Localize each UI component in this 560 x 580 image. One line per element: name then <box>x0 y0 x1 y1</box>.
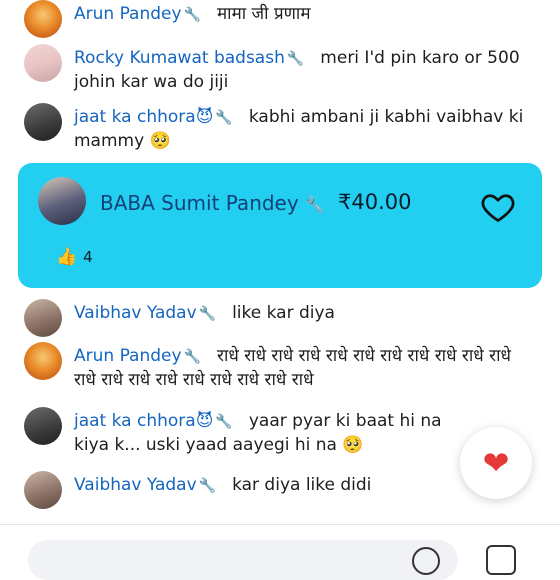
commenter-name[interactable]: jaat ka chhora😈 <box>74 411 213 431</box>
avatar[interactable] <box>24 44 62 82</box>
comment-item[interactable]: Vaibhav Yadav 🔧 like kar diya <box>24 299 530 337</box>
comment-text-block: Rocky Kumawat badsash 🔧 meri I'd pin karo … <box>74 44 530 94</box>
commenter-name[interactable]: BABA Sumit Pandey <box>100 191 299 215</box>
commenter-name[interactable]: jaat ka chhora😈 <box>74 107 213 127</box>
emoji-icon[interactable] <box>412 547 440 575</box>
avatar[interactable] <box>24 0 62 38</box>
avatar[interactable] <box>38 177 86 225</box>
comment-item[interactable]: jaat ka chhora😈 🔧 yaar pyar ki baat hi na … <box>24 407 450 457</box>
wrench-icon: 🔧 <box>198 478 217 494</box>
wrench-icon: 🔧 <box>183 7 201 23</box>
comment-text-block: jaat ka chhora😈 🔧 kabhi ambani ji kabhi va… <box>74 103 530 153</box>
wrench-icon: 🔧 <box>304 195 325 214</box>
avatar[interactable] <box>24 342 62 380</box>
like-count: 4 <box>83 248 93 266</box>
wrench-icon: 🔧 <box>198 306 217 322</box>
comment-item[interactable]: Rocky Kumawat badsash 🔧 meri I'd pin karo … <box>24 44 530 94</box>
commenter-name[interactable]: Vaibhav Yadav <box>74 303 197 323</box>
comment-text-block: Vaibhav Yadav 🔧 kar diya like didi <box>74 471 371 498</box>
comment-text-block: Arun Pandey 🔧 मामा जी प्रणाम <box>74 0 311 27</box>
like-count-row[interactable]: 👍 4 <box>56 247 93 267</box>
share-icon[interactable] <box>486 545 516 575</box>
paid-comment-card[interactable]: BABA Sumit Pandey 🔧 ₹40.00 👍 4 <box>18 163 542 288</box>
commenter-name[interactable]: Vaibhav Yadav <box>74 475 197 495</box>
comment-text-block: Arun Pandey 🔧 राधे राधे राधे राधे राधे राध… <box>74 342 530 392</box>
commenter-name[interactable]: Rocky Kumawat badsash <box>74 48 285 68</box>
paid-amount: ₹40.00 <box>338 190 412 214</box>
comment-text: kar diya like didi <box>232 475 372 495</box>
commenter-name[interactable]: Arun Pandey <box>74 346 182 366</box>
comment-item[interactable]: Vaibhav Yadav 🔧 kar diya like didi <box>24 471 530 509</box>
heart-outline-icon[interactable] <box>480 189 516 225</box>
comment-text: मामा जी प्रणाम <box>217 4 311 24</box>
comment-text: like kar diya <box>232 303 335 323</box>
comment-input[interactable] <box>28 540 458 580</box>
avatar[interactable] <box>24 407 62 445</box>
comment-item[interactable]: jaat ka chhora😈 🔧 kabhi ambani ji kabhi va… <box>24 103 530 153</box>
wrench-icon: 🔧 <box>286 51 305 67</box>
heart-reaction-button[interactable]: ❤ <box>460 427 532 499</box>
comment-text-block: jaat ka chhora😈 🔧 yaar pyar ki baat hi na … <box>74 407 450 457</box>
avatar[interactable] <box>24 299 62 337</box>
commenter-name[interactable]: Arun Pandey <box>74 4 182 24</box>
thumbs-up-icon: 👍 <box>56 247 78 267</box>
avatar[interactable] <box>24 471 62 509</box>
comment-item[interactable]: Arun Pandey 🔧 राधे राधे राधे राधे राधे राध… <box>24 342 530 392</box>
avatar[interactable] <box>24 103 62 141</box>
wrench-icon: 🔧 <box>183 349 201 365</box>
wrench-icon: 🔧 <box>215 110 233 126</box>
paid-commenter-name-row: BABA Sumit Pandey 🔧 <box>100 191 325 215</box>
wrench-icon: 🔧 <box>215 414 233 430</box>
comment-item[interactable]: Arun Pandey 🔧 मामा जी प्रणाम <box>24 0 530 38</box>
comment-text-block: Vaibhav Yadav 🔧 like kar diya <box>74 299 335 326</box>
heart-icon: ❤ <box>482 444 510 482</box>
divider <box>0 524 560 525</box>
